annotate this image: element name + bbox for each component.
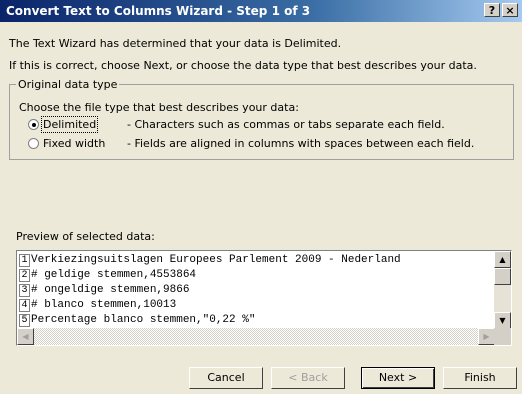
cancel-button[interactable]: Cancel [189, 367, 263, 389]
group-legend: Original data type [16, 78, 120, 91]
next-button[interactable]: Next > [361, 367, 435, 389]
intro-line-2: If this is correct, choose Next, or choo… [9, 59, 477, 72]
scroll-up-icon[interactable]: ▲ [494, 251, 511, 268]
scroll-right-icon[interactable]: ▶ [478, 328, 495, 345]
scrollbar-corner [494, 328, 511, 345]
radio-fixed-width[interactable]: Fixed width - Fields are aligned in colum… [28, 137, 474, 150]
group-prompt: Choose the file type that best describes… [19, 101, 299, 114]
radio-button-icon[interactable] [28, 138, 39, 149]
row-number: 4 [19, 299, 30, 312]
row-number: 5 [19, 314, 30, 327]
preview-row: 5 Percentage blanco stemmen,"0,22 %" [19, 313, 493, 328]
title-bar: Convert Text to Columns Wizard - Step 1 … [0, 0, 522, 22]
help-button[interactable]: ? [484, 3, 500, 17]
radio-fixed-width-label[interactable]: Fixed width [43, 137, 127, 150]
back-button[interactable]: < Back [271, 367, 345, 389]
row-number: 2 [19, 269, 30, 282]
preview-row: 3 # ongeldige stemmen,9866 [19, 283, 493, 298]
preview-row: 4 # blanco stemmen,10013 [19, 298, 493, 313]
row-text: Percentage blanco stemmen,"0,22 %" [31, 314, 256, 326]
scroll-left-icon[interactable]: ◀ [17, 328, 34, 345]
preview-rows: 1 Verkiezingsuitslagen Europees Parlement… [19, 253, 493, 328]
close-button[interactable]: × [502, 3, 518, 17]
row-text: # ongeldige stemmen,9866 [31, 284, 190, 296]
vertical-scrollbar[interactable]: ▲ ▼ [494, 251, 511, 329]
row-number: 1 [19, 254, 30, 267]
radio-delimited-description: - Characters such as commas or tabs sepa… [127, 118, 445, 131]
row-text: Verkiezingsuitslagen Europees Parlement … [31, 254, 401, 266]
radio-button-selected-icon[interactable] [28, 119, 39, 130]
horizontal-scrollbar[interactable]: ◀ ▶ [17, 328, 495, 345]
row-number: 3 [19, 284, 30, 297]
window-title: Convert Text to Columns Wizard - Step 1 … [6, 4, 311, 18]
finish-button[interactable]: Finish [443, 367, 517, 389]
preview-row: 1 Verkiezingsuitslagen Europees Parlement… [19, 253, 493, 268]
row-text: # geldige stemmen,4553864 [31, 269, 197, 281]
radio-delimited[interactable]: Delimited - Characters such as commas or … [28, 116, 445, 133]
scroll-thumb[interactable] [494, 268, 511, 285]
preview-label: Preview of selected data: [16, 230, 155, 243]
radio-fixed-width-description: - Fields are aligned in columns with spa… [127, 137, 475, 150]
scroll-down-icon[interactable]: ▼ [494, 312, 511, 329]
preview-row: 2 # geldige stemmen,4553864 [19, 268, 493, 283]
intro-line-1: The Text Wizard has determined that your… [9, 37, 342, 50]
radio-delimited-label[interactable]: Delimited [40, 116, 99, 133]
preview-box[interactable]: 1 Verkiezingsuitslagen Europees Parlement… [16, 250, 512, 346]
row-text: # blanco stemmen,10013 [31, 299, 177, 311]
